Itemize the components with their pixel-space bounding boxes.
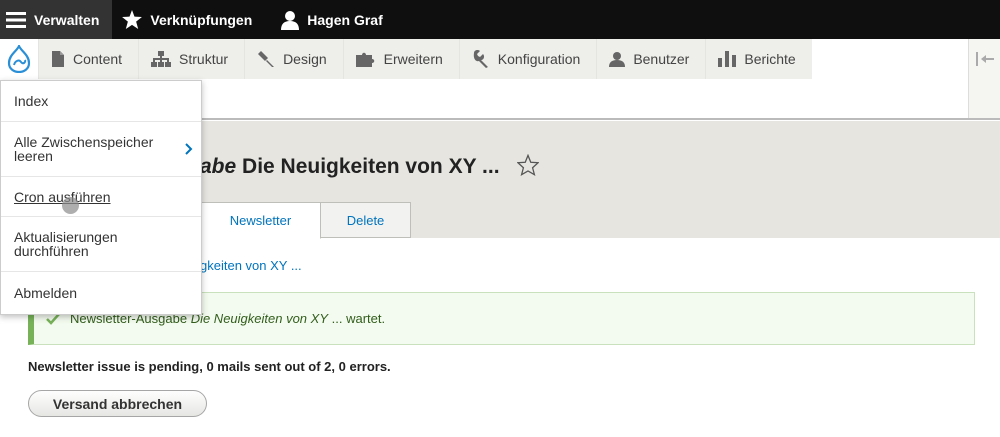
page-title-main: Die Neuigkeiten von XY ... bbox=[242, 155, 500, 178]
collapse-left-icon bbox=[975, 52, 994, 66]
local-tabs: Newsletter Delete bbox=[200, 202, 411, 239]
tray-item-label: Struktur bbox=[179, 51, 229, 67]
tray-item-configuration[interactable]: Konfiguration bbox=[458, 39, 597, 79]
bar-chart-icon bbox=[718, 51, 737, 67]
document-icon bbox=[52, 51, 64, 67]
newsletter-issue-link[interactable]: gkeiten von XY ... bbox=[200, 258, 302, 273]
page-title-prefix: abe bbox=[200, 155, 237, 178]
toolbar-shortcuts-tab[interactable]: Verknüpfungen bbox=[112, 0, 265, 39]
wrench-icon bbox=[473, 50, 488, 68]
dropdown-item-label: Abmelden bbox=[14, 285, 78, 301]
page-title: abe Die Neuigkeiten von XY ... bbox=[200, 155, 500, 179]
tray-item-extend[interactable]: Erweitern bbox=[342, 39, 459, 79]
chevron-right-icon[interactable] bbox=[185, 143, 193, 155]
star-icon bbox=[122, 10, 143, 29]
send-status-text: Newsletter issue is pending, 0 mails sen… bbox=[28, 359, 391, 374]
cancel-sending-button[interactable]: Versand abbrechen bbox=[28, 390, 207, 417]
tray-item-label: Erweitern bbox=[383, 51, 443, 67]
drupal-logo-icon[interactable] bbox=[0, 39, 38, 79]
toolbar-user-tab[interactable]: Hagen Graf bbox=[265, 0, 395, 39]
message-italic: Die Neuigkeiten von XY bbox=[190, 311, 328, 326]
dropdown-item-run-cron[interactable]: Cron ausführen bbox=[1, 177, 201, 217]
tab-label: Delete bbox=[346, 212, 385, 228]
admin-toolbar: Verwalten Verknüpfungen Hagen Graf bbox=[0, 0, 1000, 39]
dropdown-item-run-updates[interactable]: Aktualisierungen durchführen bbox=[1, 217, 201, 272]
dropdown-item-logout[interactable]: Abmelden bbox=[1, 272, 201, 314]
tray-item-design[interactable]: Design bbox=[244, 39, 343, 79]
tab-newsletter[interactable]: Newsletter bbox=[200, 202, 321, 239]
message-end: ... wartet. bbox=[331, 311, 386, 326]
person-icon bbox=[609, 52, 626, 67]
sitemap-icon bbox=[151, 51, 172, 67]
toolbar-shortcuts-label: Verknüpfungen bbox=[150, 11, 253, 28]
user-icon bbox=[281, 10, 300, 30]
star-outline-icon[interactable] bbox=[517, 154, 539, 176]
dropdown-item-flush-cache[interactable]: Alle Zwischenspeicher leeren bbox=[1, 122, 201, 177]
manage-dropdown-menu: Index Alle Zwischenspeicher leeren Cron … bbox=[0, 80, 202, 315]
hamburger-icon bbox=[6, 11, 26, 28]
dropdown-item-index[interactable]: Index bbox=[1, 81, 201, 122]
tray-orientation-toggle[interactable] bbox=[968, 39, 1000, 118]
puzzle-icon bbox=[355, 52, 374, 67]
tray-item-label: Benutzer bbox=[633, 51, 690, 67]
dropdown-item-label: Index bbox=[14, 93, 49, 109]
tray-item-label: Konfiguration bbox=[497, 51, 581, 67]
toolbar-user-label: Hagen Graf bbox=[307, 11, 383, 28]
tab-delete[interactable]: Delete bbox=[321, 202, 411, 238]
tray-item-structure[interactable]: Struktur bbox=[138, 39, 245, 79]
dropdown-item-label: Alle Zwischenspeicher leeren bbox=[14, 134, 154, 164]
mouse-cursor bbox=[62, 197, 79, 214]
admin-menu: Content Struktur Design Erweitern Konfig… bbox=[0, 39, 812, 79]
tray-item-content[interactable]: Content bbox=[38, 39, 139, 79]
toolbar-manage-tab[interactable]: Verwalten bbox=[0, 0, 113, 39]
toolbar-manage-label: Verwalten bbox=[34, 11, 100, 28]
tray-item-reports[interactable]: Berichte bbox=[705, 39, 812, 79]
tray-item-label: Berichte bbox=[744, 51, 796, 67]
tray-item-label: Design bbox=[283, 51, 327, 67]
dropdown-item-label: Aktualisierungen durchführen bbox=[14, 229, 118, 259]
tray-item-label: Content bbox=[73, 51, 123, 67]
tab-label: Newsletter bbox=[229, 213, 292, 228]
tray-item-people[interactable]: Benutzer bbox=[596, 39, 706, 79]
paintbrush-icon bbox=[258, 51, 275, 67]
